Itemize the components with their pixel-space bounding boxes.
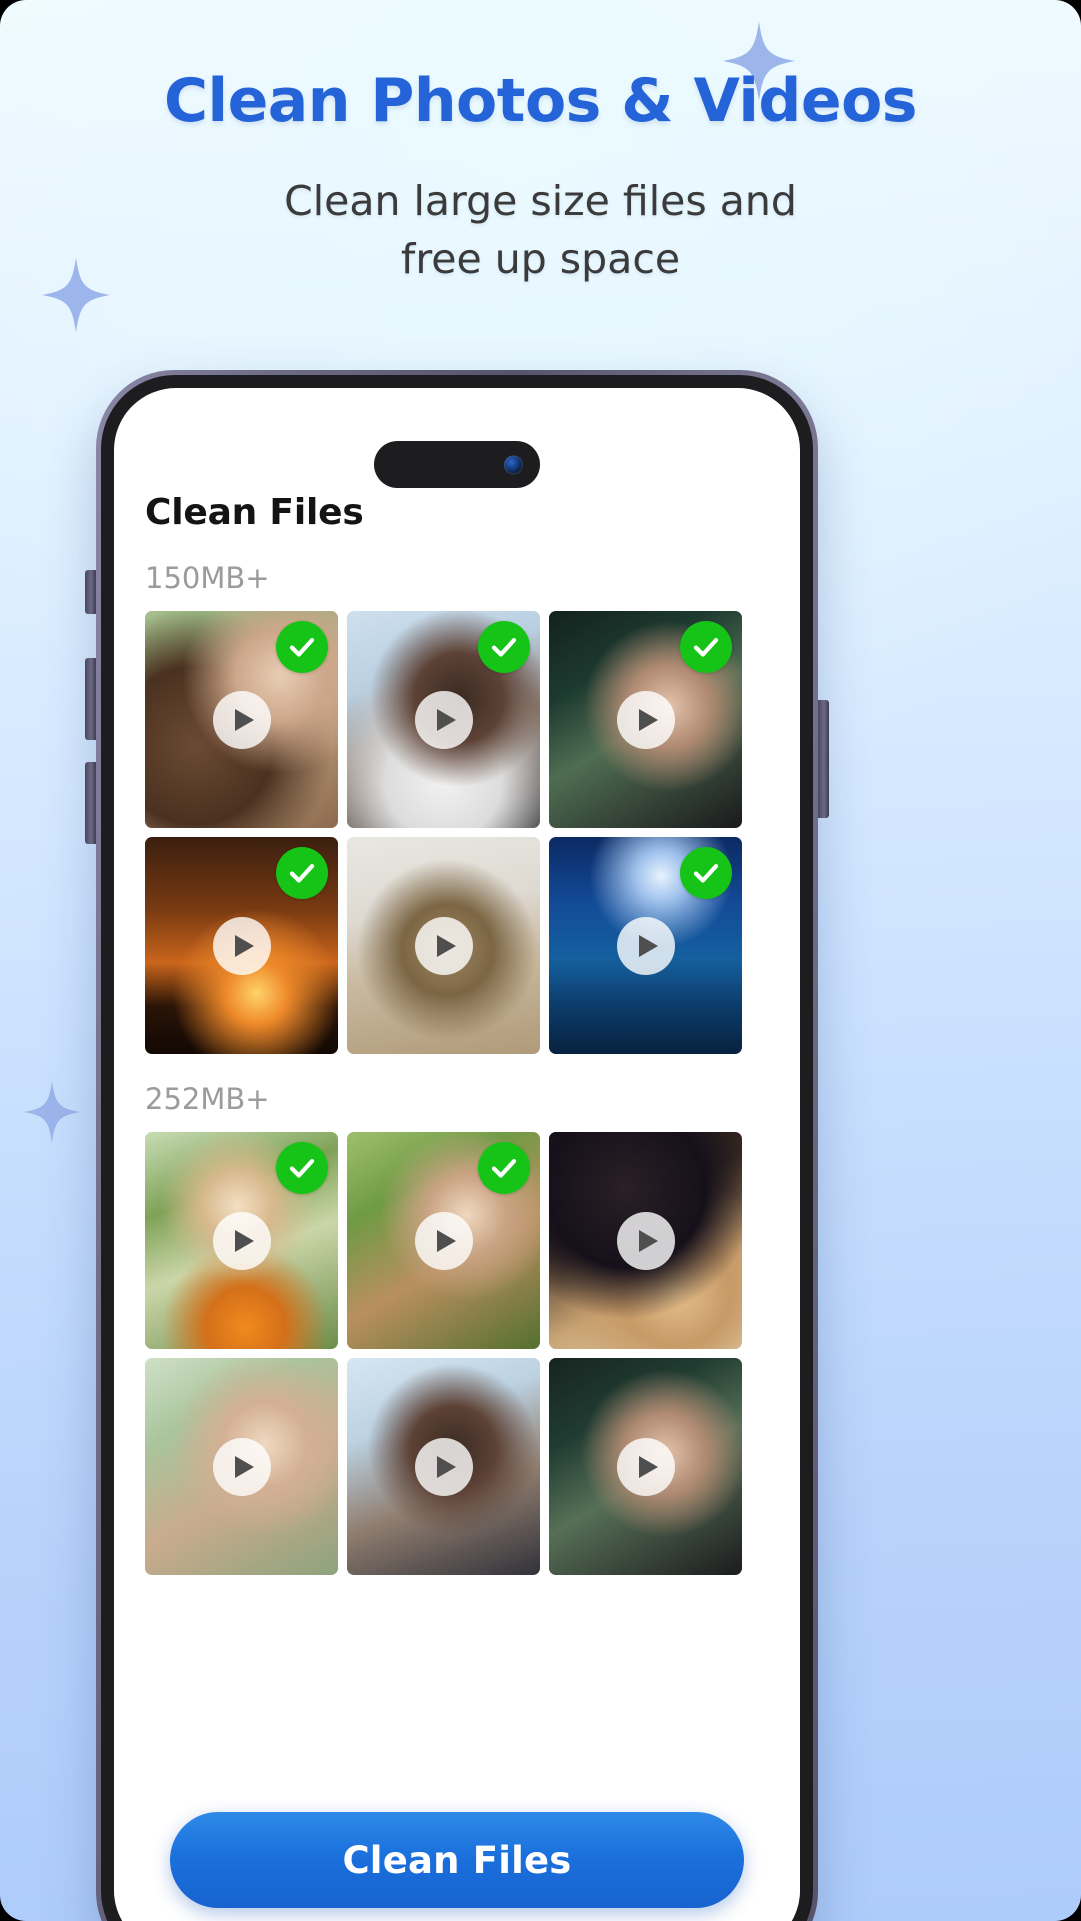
selected-check-badge[interactable]	[478, 621, 530, 673]
check-icon	[289, 638, 315, 657]
promo-canvas: Clean Photos & Videos Clean large size f…	[0, 0, 1081, 1921]
check-icon	[289, 864, 315, 883]
selected-check-badge[interactable]	[276, 847, 328, 899]
play-icon[interactable]	[414, 1437, 473, 1496]
media-thumbnail[interactable]	[549, 1132, 742, 1349]
media-thumbnail[interactable]	[347, 611, 540, 828]
page-title: Clean Photos & Videos	[163, 66, 918, 136]
selected-check-badge[interactable]	[276, 1142, 328, 1194]
page-subtitle: Clean large size files and free up space	[0, 172, 1081, 288]
play-icon[interactable]	[212, 690, 271, 749]
media-thumbnail[interactable]	[549, 837, 742, 1054]
play-icon[interactable]	[212, 916, 271, 975]
thumbnail-grid	[114, 1132, 800, 1575]
check-icon	[289, 1159, 315, 1178]
play-icon[interactable]	[616, 690, 675, 749]
front-camera-icon	[504, 455, 523, 474]
selected-check-badge[interactable]	[276, 621, 328, 673]
play-icon[interactable]	[212, 1437, 271, 1496]
volume-up-button[interactable]	[85, 658, 96, 740]
play-icon[interactable]	[414, 690, 473, 749]
check-icon	[693, 864, 719, 883]
volume-down-button[interactable]	[85, 762, 96, 844]
media-thumbnail[interactable]	[347, 1358, 540, 1575]
subtitle-line-2: free up space	[400, 235, 681, 284]
play-icon[interactable]	[616, 916, 675, 975]
media-thumbnail[interactable]	[549, 1358, 742, 1575]
dynamic-island	[374, 441, 540, 488]
play-icon[interactable]	[414, 1211, 473, 1270]
subtitle-line-1: Clean large size files and	[284, 177, 797, 225]
group-label: 150MB+	[145, 561, 270, 595]
check-icon	[491, 1159, 517, 1178]
media-thumbnail[interactable]	[145, 611, 338, 828]
phone-screen: Clean Files 150MB+ 252MB+ Clean Files	[114, 388, 800, 1921]
play-icon[interactable]	[616, 1211, 675, 1270]
selected-check-badge[interactable]	[478, 1142, 530, 1194]
thumbnail-grid	[114, 611, 800, 1054]
app-screen-title: Clean Files	[145, 492, 364, 533]
media-thumbnail[interactable]	[347, 837, 540, 1054]
phone-bezel: Clean Files 150MB+ 252MB+ Clean Files	[101, 375, 813, 1921]
selected-check-badge[interactable]	[680, 621, 732, 673]
check-icon	[491, 638, 517, 657]
power-button[interactable]	[818, 700, 829, 818]
media-thumbnail[interactable]	[145, 1132, 338, 1349]
media-thumbnail[interactable]	[145, 1358, 338, 1575]
selected-check-badge[interactable]	[680, 847, 732, 899]
media-thumbnail[interactable]	[347, 1132, 540, 1349]
play-icon[interactable]	[414, 916, 473, 975]
clean-files-app: Clean Files 150MB+ 252MB+	[114, 388, 800, 1921]
file-group-252mb: 252MB+	[114, 1082, 800, 1575]
group-label: 252MB+	[145, 1082, 270, 1116]
file-group-150mb: 150MB+	[114, 561, 800, 1054]
silent-switch-button[interactable]	[85, 570, 96, 614]
media-thumbnail[interactable]	[145, 837, 338, 1054]
sparkle-icon-left-lower	[24, 1080, 80, 1144]
play-icon[interactable]	[616, 1437, 675, 1496]
check-icon	[693, 638, 719, 657]
play-icon[interactable]	[212, 1211, 271, 1270]
phone-mockup: Clean Files 150MB+ 252MB+ Clean Files	[85, 370, 829, 1921]
cta-container: Clean Files	[114, 1812, 800, 1908]
media-thumbnail[interactable]	[549, 611, 742, 828]
clean-files-button[interactable]: Clean Files	[170, 1812, 744, 1908]
